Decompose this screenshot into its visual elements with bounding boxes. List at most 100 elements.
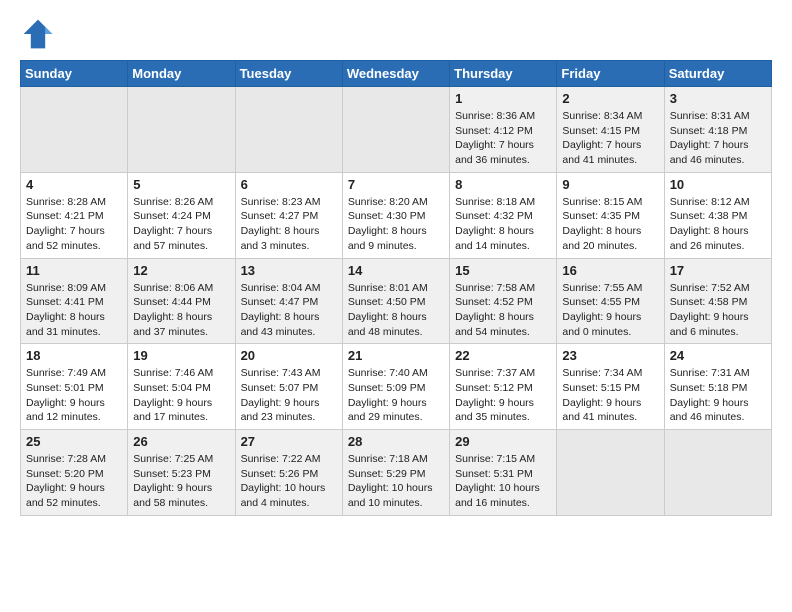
calendar-cell bbox=[557, 430, 664, 516]
day-info: Sunrise: 7:55 AMSunset: 4:55 PMDaylight:… bbox=[562, 281, 658, 340]
day-info: Sunrise: 7:46 AMSunset: 5:04 PMDaylight:… bbox=[133, 366, 229, 425]
calendar-cell: 7Sunrise: 8:20 AMSunset: 4:30 PMDaylight… bbox=[342, 172, 449, 258]
calendar-cell: 26 Sunrise: 7:25 AMSunset: 5:23 PMDayligh… bbox=[128, 430, 235, 516]
logo-icon bbox=[20, 16, 56, 52]
day-number: 2 bbox=[562, 91, 658, 106]
day-number: 19 bbox=[133, 348, 229, 363]
calendar-cell: 25 Sunrise: 7:28 AMSunset: 5:20 PMDayligh… bbox=[21, 430, 128, 516]
calendar-cell: 11 Sunrise: 8:09 AMSunset: 4:41 PMDayligh… bbox=[21, 258, 128, 344]
day-info: Sunrise: 7:34 AMSunset: 5:15 PMDaylight:… bbox=[562, 366, 658, 425]
day-number: 28 bbox=[348, 434, 444, 449]
calendar-cell bbox=[21, 87, 128, 173]
calendar-cell: 4Sunrise: 8:28 AMSunset: 4:21 PMDaylight… bbox=[21, 172, 128, 258]
day-number: 3 bbox=[670, 91, 766, 106]
day-number: 10 bbox=[670, 177, 766, 192]
day-info: Sunrise: 8:36 AMSunset: 4:12 PMDaylight:… bbox=[455, 109, 551, 168]
calendar-header-row: SundayMondayTuesdayWednesdayThursdayFrid… bbox=[21, 61, 772, 87]
calendar-cell: 22 Sunrise: 7:37 AMSunset: 5:12 PMDayligh… bbox=[450, 344, 557, 430]
calendar-cell: 13Sunrise: 8:04 AMSunset: 4:47 PMDayligh… bbox=[235, 258, 342, 344]
day-number: 16 bbox=[562, 263, 658, 278]
day-info: Sunrise: 7:18 AMSunset: 5:29 PMDaylight:… bbox=[348, 452, 444, 511]
calendar-cell: 14 Sunrise: 8:01 AMSunset: 4:50 PMDayligh… bbox=[342, 258, 449, 344]
day-info: Sunrise: 8:34 AMSunset: 4:15 PMDaylight:… bbox=[562, 109, 658, 168]
day-number: 20 bbox=[241, 348, 337, 363]
weekday-header: Saturday bbox=[664, 61, 771, 87]
calendar-cell: 12 Sunrise: 8:06 AMSunset: 4:44 PMDayligh… bbox=[128, 258, 235, 344]
day-number: 23 bbox=[562, 348, 658, 363]
day-number: 14 bbox=[348, 263, 444, 278]
day-info: Sunrise: 8:26 AMSunset: 4:24 PMDaylight:… bbox=[133, 195, 229, 254]
calendar-cell bbox=[664, 430, 771, 516]
calendar-week-row: 4Sunrise: 8:28 AMSunset: 4:21 PMDaylight… bbox=[21, 172, 772, 258]
day-number: 15 bbox=[455, 263, 551, 278]
day-number: 22 bbox=[455, 348, 551, 363]
calendar-cell bbox=[235, 87, 342, 173]
calendar-cell: 3 Sunrise: 8:31 AMSunset: 4:18 PMDaylight… bbox=[664, 87, 771, 173]
header bbox=[20, 16, 772, 52]
day-number: 6 bbox=[241, 177, 337, 192]
calendar-week-row: 25 Sunrise: 7:28 AMSunset: 5:20 PMDayligh… bbox=[21, 430, 772, 516]
calendar-cell: 16 Sunrise: 7:55 AMSunset: 4:55 PMDayligh… bbox=[557, 258, 664, 344]
calendar-cell: 2 Sunrise: 8:34 AMSunset: 4:15 PMDaylight… bbox=[557, 87, 664, 173]
calendar-cell: 28 Sunrise: 7:18 AMSunset: 5:29 PMDayligh… bbox=[342, 430, 449, 516]
day-number: 24 bbox=[670, 348, 766, 363]
calendar-week-row: 11 Sunrise: 8:09 AMSunset: 4:41 PMDayligh… bbox=[21, 258, 772, 344]
day-info: Sunrise: 7:25 AMSunset: 5:23 PMDaylight:… bbox=[133, 452, 229, 511]
day-number: 5 bbox=[133, 177, 229, 192]
day-number: 7 bbox=[348, 177, 444, 192]
calendar-cell: 15 Sunrise: 7:58 AMSunset: 4:52 PMDayligh… bbox=[450, 258, 557, 344]
calendar-cell: 20 Sunrise: 7:43 AMSunset: 5:07 PMDayligh… bbox=[235, 344, 342, 430]
day-info: Sunrise: 7:52 AMSunset: 4:58 PMDaylight:… bbox=[670, 281, 766, 340]
day-number: 26 bbox=[133, 434, 229, 449]
day-number: 8 bbox=[455, 177, 551, 192]
calendar-cell: 19 Sunrise: 7:46 AMSunset: 5:04 PMDayligh… bbox=[128, 344, 235, 430]
day-info: Sunrise: 8:23 AMSunset: 4:27 PMDaylight:… bbox=[241, 195, 337, 254]
calendar-cell: 23 Sunrise: 7:34 AMSunset: 5:15 PMDayligh… bbox=[557, 344, 664, 430]
calendar-cell: 29 Sunrise: 7:15 AMSunset: 5:31 PMDayligh… bbox=[450, 430, 557, 516]
day-info: Sunrise: 7:28 AMSunset: 5:20 PMDaylight:… bbox=[26, 452, 122, 511]
calendar-cell: 27 Sunrise: 7:22 AMSunset: 5:26 PMDayligh… bbox=[235, 430, 342, 516]
day-number: 27 bbox=[241, 434, 337, 449]
weekday-header: Sunday bbox=[21, 61, 128, 87]
calendar-cell: 9Sunrise: 8:15 AMSunset: 4:35 PMDaylight… bbox=[557, 172, 664, 258]
day-info: Sunrise: 8:12 AMSunset: 4:38 PMDaylight:… bbox=[670, 195, 766, 254]
day-info: Sunrise: 7:40 AMSunset: 5:09 PMDaylight:… bbox=[348, 366, 444, 425]
day-number: 9 bbox=[562, 177, 658, 192]
day-number: 11 bbox=[26, 263, 122, 278]
day-info: Sunrise: 8:18 AMSunset: 4:32 PMDaylight:… bbox=[455, 195, 551, 254]
calendar: SundayMondayTuesdayWednesdayThursdayFrid… bbox=[20, 60, 772, 516]
page: SundayMondayTuesdayWednesdayThursdayFrid… bbox=[0, 0, 792, 532]
day-number: 12 bbox=[133, 263, 229, 278]
calendar-cell: 21 Sunrise: 7:40 AMSunset: 5:09 PMDayligh… bbox=[342, 344, 449, 430]
day-info: Sunrise: 8:31 AMSunset: 4:18 PMDaylight:… bbox=[670, 109, 766, 168]
day-info: Sunrise: 8:01 AMSunset: 4:50 PMDaylight:… bbox=[348, 281, 444, 340]
day-info: Sunrise: 7:49 AMSunset: 5:01 PMDaylight:… bbox=[26, 366, 122, 425]
day-number: 25 bbox=[26, 434, 122, 449]
calendar-cell: 6 Sunrise: 8:23 AMSunset: 4:27 PMDaylight… bbox=[235, 172, 342, 258]
calendar-cell: 1Sunrise: 8:36 AMSunset: 4:12 PMDaylight… bbox=[450, 87, 557, 173]
day-info: Sunrise: 7:31 AMSunset: 5:18 PMDaylight:… bbox=[670, 366, 766, 425]
calendar-cell: 18 Sunrise: 7:49 AMSunset: 5:01 PMDayligh… bbox=[21, 344, 128, 430]
calendar-cell bbox=[128, 87, 235, 173]
day-number: 18 bbox=[26, 348, 122, 363]
day-number: 21 bbox=[348, 348, 444, 363]
day-info: Sunrise: 7:43 AMSunset: 5:07 PMDaylight:… bbox=[241, 366, 337, 425]
weekday-header: Monday bbox=[128, 61, 235, 87]
weekday-header: Wednesday bbox=[342, 61, 449, 87]
calendar-week-row: 18 Sunrise: 7:49 AMSunset: 5:01 PMDayligh… bbox=[21, 344, 772, 430]
weekday-header: Friday bbox=[557, 61, 664, 87]
logo bbox=[20, 16, 62, 52]
day-info: Sunrise: 7:37 AMSunset: 5:12 PMDaylight:… bbox=[455, 366, 551, 425]
day-info: Sunrise: 7:22 AMSunset: 5:26 PMDaylight:… bbox=[241, 452, 337, 511]
weekday-header: Tuesday bbox=[235, 61, 342, 87]
day-info: Sunrise: 7:15 AMSunset: 5:31 PMDaylight:… bbox=[455, 452, 551, 511]
day-info: Sunrise: 8:04 AMSunset: 4:47 PMDaylight:… bbox=[241, 281, 337, 340]
calendar-cell: 8 Sunrise: 8:18 AMSunset: 4:32 PMDaylight… bbox=[450, 172, 557, 258]
day-info: Sunrise: 7:58 AMSunset: 4:52 PMDaylight:… bbox=[455, 281, 551, 340]
day-info: Sunrise: 8:28 AMSunset: 4:21 PMDaylight:… bbox=[26, 195, 122, 254]
day-number: 17 bbox=[670, 263, 766, 278]
day-number: 29 bbox=[455, 434, 551, 449]
day-info: Sunrise: 8:06 AMSunset: 4:44 PMDaylight:… bbox=[133, 281, 229, 340]
calendar-cell: 10 Sunrise: 8:12 AMSunset: 4:38 PMDayligh… bbox=[664, 172, 771, 258]
day-info: Sunrise: 8:09 AMSunset: 4:41 PMDaylight:… bbox=[26, 281, 122, 340]
